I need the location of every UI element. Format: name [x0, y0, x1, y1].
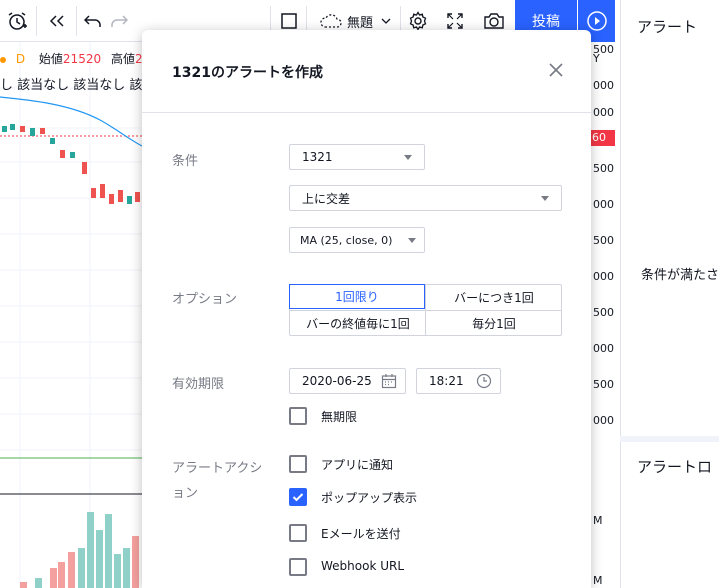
show-popup-checkbox[interactable] [289, 488, 307, 506]
y-tick: 000 [593, 198, 614, 211]
expiry-date-input[interactable]: 2020-06-25 [289, 368, 406, 394]
y-tick: 000 [593, 414, 614, 427]
clock-icon [476, 373, 492, 389]
last-price-tag: 60 [590, 130, 615, 146]
price-axis[interactable]: 500 Y 000 000 500 000 500 000 500 000 50… [588, 42, 615, 588]
y-tick: 500 [593, 162, 614, 175]
y-tick: Y [593, 52, 600, 65]
y-tick: 000 [593, 270, 614, 283]
notify-app-label: アプリに通知 [321, 458, 394, 472]
expiry-time-value: 18:21 [429, 374, 464, 388]
dialog-divider [142, 112, 591, 113]
condition-symbol-value: 1321 [302, 150, 333, 164]
expiry-label: 有効期限 [172, 377, 225, 392]
option-once-per-bar[interactable]: バーにつき1回 [426, 285, 562, 310]
alerts-empty-text: 条件が満たさ [641, 268, 719, 283]
condition-type-value: 上に交差 [302, 191, 351, 206]
expiry-date-value: 2020-06-25 [302, 374, 372, 388]
layout-name: 無題 [346, 15, 373, 31]
option-once-per-minute[interactable]: 毎分1回 [426, 311, 562, 336]
dialog-title: 1321のアラートを作成 [172, 65, 323, 81]
y-tick: M [593, 514, 603, 527]
alerts-panel: アラート 条件が満たさ アラートロ [620, 0, 719, 588]
high-label: 高値 [110, 52, 135, 66]
option-once-per-bar-close[interactable]: バーの終値毎に1回 [290, 311, 426, 336]
cloud-icon [320, 14, 342, 28]
y-tick: M [593, 574, 603, 587]
alert-add-icon[interactable] [2, 6, 32, 36]
ohlc-row: D 始値21520 高値2 [0, 50, 143, 67]
y-tick: 000 [593, 79, 614, 92]
open-label: 始値 [38, 52, 63, 66]
expiry-time-input[interactable]: 18:21 [416, 368, 501, 394]
condition-indicator-value: MA (25, close, 0) [300, 233, 393, 247]
open-value: 21520 [62, 52, 102, 66]
y-tick: 500 [593, 378, 614, 391]
condition-label: 条件 [172, 154, 199, 169]
actions-label-line1: アラートアクシ [172, 461, 263, 476]
send-email-checkbox[interactable] [289, 524, 307, 542]
y-tick: 500 [593, 306, 614, 319]
y-tick: 000 [593, 342, 614, 355]
replay-icon[interactable] [42, 6, 72, 36]
condition-indicator-select[interactable]: MA (25, close, 0) [289, 227, 425, 253]
chevron-down-icon [408, 238, 416, 243]
redo-icon[interactable] [106, 6, 132, 36]
no-expiry-label: 無期限 [321, 410, 358, 424]
panel-h-divider[interactable] [620, 436, 719, 442]
actions-label-line2: ョン [172, 486, 199, 501]
alert-log-title: アラートロ [637, 458, 713, 476]
notify-app-checkbox[interactable] [289, 455, 307, 473]
condition-symbol-select[interactable]: 1321 [289, 144, 425, 170]
chevron-down-icon [381, 18, 391, 24]
webhook-label: Webhook URL [321, 559, 405, 573]
chevron-down-icon [404, 155, 412, 160]
option-once[interactable]: 1回限り [289, 284, 425, 309]
close-icon[interactable] [546, 60, 566, 80]
chevron-down-icon [541, 196, 549, 201]
condition-type-select[interactable]: 上に交差 [289, 185, 562, 211]
alerts-title: アラート [637, 18, 698, 36]
webhook-checkbox[interactable] [289, 558, 307, 576]
no-expiry-checkbox[interactable] [289, 407, 307, 425]
trigger-options: 1回限り バーにつき1回 バーの終値毎に1回 毎分1回 [289, 284, 562, 336]
y-tick: 000 [593, 106, 614, 119]
calendar-icon [381, 374, 397, 389]
options-label: オプション [172, 292, 238, 307]
show-popup-label: ポップアップ表示 [321, 491, 418, 505]
check-icon [292, 493, 304, 502]
undo-icon[interactable] [80, 6, 106, 36]
y-tick: 500 [593, 234, 614, 247]
actions-label: アラートアクシ ョン [172, 457, 262, 501]
interval-badge: D [15, 52, 26, 66]
create-alert-dialog: 1321のアラートを作成 条件 1321 上に交差 MA (25, close,… [142, 30, 591, 588]
send-email-label: Eメールを送付 [321, 527, 401, 541]
